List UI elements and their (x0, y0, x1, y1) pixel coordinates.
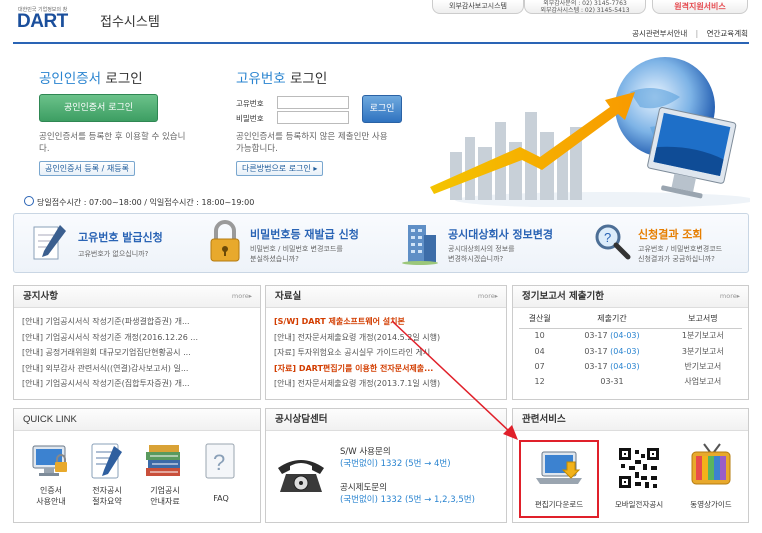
library-panel: 자료실 more▸ [S/W] DART 제출소프트웨어 설치본 [안내] 전자문… (265, 285, 507, 400)
library-title: 자료실 more▸ (266, 286, 506, 308)
quick-link-faq[interactable]: ? FAQ (198, 440, 244, 516)
question-icon: ? (205, 443, 235, 479)
list-item[interactable]: [자료] 투자위험요소 공시실무 가이드라인 게시 (274, 345, 494, 361)
quick-link-cert-guide[interactable]: 인증서 사용안내 (28, 440, 74, 516)
telephone-icon (272, 450, 330, 498)
list-item[interactable]: [안내] 기업공시서식 작성기준(파생결합증권) 개... (22, 314, 246, 330)
list-item[interactable]: [안내] 공정거래위원회 대규모기업집단현황공시 ... (22, 345, 246, 361)
id-login-title: 고유번호 로그인 (236, 71, 328, 87)
deadline-panel: 정기보고서 제출기한 more▸ 결산월 제출기간 보고서명 10 03-17 (… (512, 285, 749, 400)
clock-icon (24, 196, 34, 206)
column-header: 결산월 (519, 310, 561, 329)
cert-login-desc: 공인인증서를 등록한 후 이용할 수 있습니다. (39, 132, 186, 154)
service-id-issue[interactable]: 고유번호 발급신청 고유번호가 없으십니까? (78, 229, 163, 259)
consult-sw: S/W 사용문의 (국번없이) 1332 (5번 → 4번) (340, 447, 451, 470)
audit-system-tab[interactable]: 외부감사보고시스템 (432, 0, 524, 14)
svg-text:?: ? (213, 450, 225, 475)
list-item[interactable]: [안내] 전자문서제출요령 개정(2014.5.2일 시행) (274, 330, 494, 346)
svg-text:?: ? (604, 230, 611, 245)
id-login-button[interactable]: 로그인 (362, 95, 402, 123)
audit-contact-line: 외부감사문의 : 02) 3145-7763 (543, 0, 627, 7)
tv-icon (691, 443, 731, 485)
password-input[interactable] (277, 111, 349, 124)
quick-link-materials[interactable]: 기업공시 안내자료 (140, 440, 190, 516)
monitor-lock-icon (32, 445, 67, 476)
lock-icon (205, 219, 245, 265)
deadline-title: 정기보고서 제출기한 more▸ (513, 286, 748, 308)
books-icon (146, 445, 180, 476)
remote-support-tab[interactable]: 원격지원서비스 (652, 0, 748, 14)
dept-guide-link[interactable]: 공시관련부서안내 (632, 29, 687, 38)
notice-panel: 공지사항 more▸ [안내] 기업공시서식 작성기준(파생결합증권) 개... … (13, 285, 261, 400)
list-item[interactable]: [안내] 기업공시서식 작성기준 개정(2016.12.26 ... (22, 330, 246, 346)
consult-system: 공시제도문의 (국번없이) 1332 (5번 → 1,2,3,5번) (340, 483, 475, 506)
reception-hours: 당일접수시간 : 07:00~18:00 / 익일접수시간 : 18:00~19… (24, 196, 254, 208)
table-row: 12 03-31 사업보고서 (534, 377, 722, 387)
link-separator: | (695, 29, 699, 38)
library-more-link[interactable]: more▸ (478, 292, 498, 300)
magnifier-icon: ? (592, 221, 632, 265)
id-label: 고유번호 (236, 99, 264, 108)
other-login-button[interactable]: 다른방법으로 로그인 ▸ (236, 161, 324, 176)
sw-phone[interactable]: (국번없이) 1332 (5번 → 4번) (340, 458, 451, 470)
list-item[interactable]: [안내] 외부감사 관련서식((연결)감사보고서) 일... (22, 361, 246, 377)
table-row: 04 03-17 (04-03) 3분기보고서 (534, 346, 724, 356)
monitor-icon (647, 107, 737, 199)
id-login-desc: 공인인증서를 등록하지 않은 제출인만 사용 가능합니다. (236, 132, 388, 154)
dart-logo[interactable]: DART (17, 11, 68, 33)
cert-register-button[interactable]: 공인인증서 등록 / 재등록 (39, 161, 135, 176)
header-divider (13, 42, 749, 44)
deadline-more-link[interactable]: more▸ (720, 292, 740, 300)
quick-link-procedure[interactable]: 전자공시 절차요약 (84, 440, 130, 516)
laptop-download-icon (536, 451, 582, 484)
notice-more-link[interactable]: more▸ (232, 292, 252, 300)
id-input[interactable] (277, 96, 349, 109)
education-plan-link[interactable]: 연간교육계획 (707, 29, 748, 38)
notebook-pen-icon (91, 443, 122, 479)
list-item[interactable]: [자료] DART편집기를 이용한 전자문서제출... (274, 361, 494, 377)
mobile-disclosure-button[interactable]: 모바일전자공시 (604, 448, 674, 512)
table-row: 10 03-17 (04-03) 1분기보고서 (534, 331, 724, 341)
quick-link-title: QUICK LINK (14, 409, 260, 431)
logo-subtitle: 접수시스템 (100, 15, 160, 30)
list-item[interactable]: [S/W] DART 제출소프트웨어 설치본 (274, 314, 494, 330)
system-phone[interactable]: (국번없이) 1332 (5번 → 1,2,3,5번) (340, 494, 475, 506)
qr-code-icon (619, 448, 659, 488)
list-item[interactable]: [안내] 전자문서제출요령 개정(2013.7.1일 시행) (274, 376, 494, 392)
service-result-inquiry[interactable]: 신청결과 조회 고유번호 / 비밀번호변경코드 신청결과가 궁금하십니까? (638, 226, 722, 264)
pen-document-icon (30, 221, 70, 265)
building-icon (400, 219, 440, 265)
table-row: 07 03-17 (04-03) 반기보고서 (534, 361, 722, 371)
top-links: 공시관련부서안내 | 연간교육계획 (632, 28, 748, 39)
list-item[interactable]: [안내] 기업공시서식 작성기준(집합투자증권) 개... (22, 376, 246, 392)
deadline-table: 결산월 제출기간 보고서명 10 03-17 (04-03) 1분기보고서 04… (519, 310, 742, 390)
cert-login-button[interactable]: 공인인증서 로그인 (39, 94, 158, 122)
related-services-title: 관련서비스 (513, 409, 748, 431)
column-header: 보고서명 (663, 310, 742, 329)
pw-label: 비밀번호 (236, 114, 264, 123)
service-company-info-change[interactable]: 공시대상회사 정보변경 공시대상회사의 정보를 변경하시겠습니까? (448, 226, 553, 264)
video-guide-button[interactable]: 동영상가이드 (676, 442, 746, 512)
audit-contact-line: 외부감사시스템 : 02) 3145-5413 (540, 7, 630, 14)
consult-title: 공시상담센터 (266, 409, 506, 431)
hero-illustration (430, 57, 750, 207)
notice-title: 공지사항 more▸ (14, 286, 260, 308)
service-password-reissue[interactable]: 비밀번호등 재발급 신청 비밀번호 / 비밀번호 변경코드를 분실하셨습니까? (250, 226, 359, 264)
cert-login-title: 공인인증서 로그인 (39, 71, 143, 87)
audit-contact-tab: 외부감사문의 : 02) 3145-7763 외부감사시스템 : 02) 314… (524, 0, 646, 14)
column-header: 제출기간 (560, 310, 664, 329)
editor-download-button[interactable]: 편집기다운로드 (523, 448, 595, 512)
